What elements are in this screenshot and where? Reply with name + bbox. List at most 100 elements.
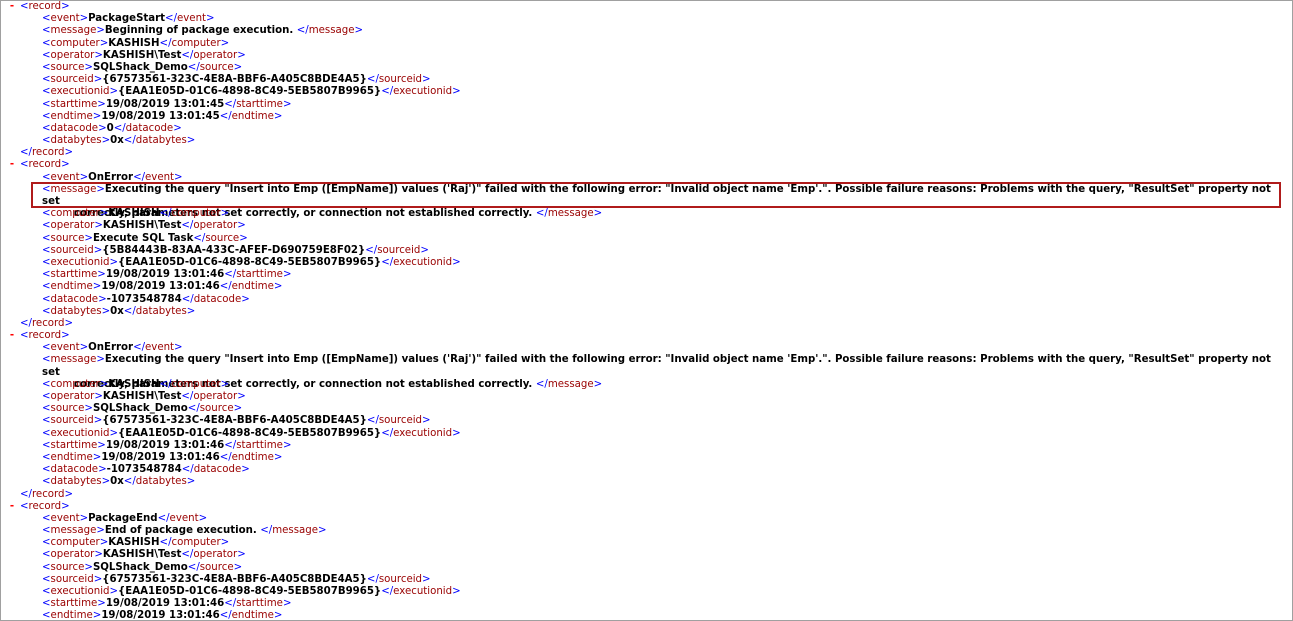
angle-bracket: < (42, 135, 51, 147)
tag-name: sourceid (50, 244, 94, 256)
angle-bracket: > (109, 586, 119, 598)
tag-name: executionid (50, 586, 110, 598)
angle-bracket: </ (219, 610, 232, 621)
tag-name: record (31, 147, 65, 159)
tag-name: message (50, 525, 97, 537)
xml-field-computer: <computer>KASHISH</computer> (1, 38, 1292, 50)
angle-bracket: < (42, 451, 51, 463)
xml-field-sourceid: <sourceid>{67573561-323C-4E8A-BBF6-A405C… (1, 574, 1292, 586)
angle-bracket: < (42, 561, 51, 573)
tag-name: event (145, 171, 175, 183)
angle-bracket: > (84, 403, 93, 415)
angle-bracket: > (273, 610, 283, 621)
field-value: {EAA1E05D-01C6-4898-8C49-5EB5807B9965} (118, 86, 382, 98)
angle-bracket: </ (219, 110, 232, 122)
tag-name: computer (50, 37, 100, 49)
angle-bracket: > (61, 500, 70, 512)
tag-name: message (50, 354, 97, 366)
record-open-tag: - <record> (1, 1, 1292, 13)
angle-bracket: > (241, 293, 250, 305)
field-value: KASHISH\Test (102, 220, 182, 232)
xml-field-source: <source>SQLShack_Demo</source> (1, 403, 1292, 415)
collapse-toggle-icon[interactable]: - (8, 330, 16, 342)
field-value: 19/08/2019 13:01:46 (101, 281, 220, 293)
angle-bracket: </ (181, 49, 194, 61)
tag-name: starttime (50, 598, 98, 610)
tag-name: operator (193, 391, 238, 403)
xml-field-source: <source>SQLShack_Demo</source> (1, 62, 1292, 74)
tag-name: databytes (135, 135, 187, 147)
tag-name: datacode (50, 293, 99, 305)
angle-bracket: </ (133, 342, 146, 354)
xml-field-endtime: <endtime>19/08/2019 13:01:46</endtime> (1, 281, 1292, 293)
xml-field-event: <event>PackageStart</event> (1, 13, 1292, 25)
field-value: 19/08/2019 13:01:46 (105, 439, 225, 451)
collapse-toggle-icon[interactable]: - (8, 1, 16, 13)
angle-bracket: > (233, 561, 243, 573)
field-value: Beginning of package execution. (104, 25, 297, 37)
xml-field-sourceid: <sourceid>{67573561-323C-4E8A-BBF6-A405C… (1, 415, 1292, 427)
angle-bracket: </ (123, 476, 136, 488)
field-value: OnError (88, 342, 134, 354)
record-open-tag: - <record> (1, 159, 1292, 171)
angle-bracket: < (42, 244, 51, 256)
tag-name: computer (171, 378, 221, 390)
tag-name: datacode (125, 122, 174, 134)
field-value: 19/08/2019 13:01:46 (105, 598, 225, 610)
angle-bracket: < (42, 610, 51, 621)
tag-name: datacode (193, 464, 242, 476)
tag-name: operator (50, 220, 95, 232)
tag-name: event (145, 342, 175, 354)
field-value: SQLShack_Demo (92, 61, 188, 73)
tag-name: source (199, 403, 234, 415)
field-value: {EAA1E05D-01C6-4898-8C49-5EB5807B9965} (118, 256, 382, 268)
angle-bracket: > (282, 598, 292, 610)
angle-bracket: > (64, 317, 74, 329)
angle-bracket: </ (20, 147, 32, 159)
tag-name: computer (171, 537, 221, 549)
angle-bracket: > (282, 439, 292, 451)
xml-field-source: <source>Execute SQL Task</source> (1, 233, 1292, 245)
angle-bracket: > (97, 98, 106, 110)
tag-name: starttime (236, 598, 283, 610)
xml-field-message: <message>Beginning of package execution.… (1, 25, 1292, 37)
angle-bracket: > (273, 110, 283, 122)
collapse-toggle-icon[interactable]: - (8, 159, 16, 171)
angle-bracket: > (422, 573, 431, 585)
collapse-toggle-icon[interactable]: - (8, 501, 16, 513)
angle-bracket: > (96, 525, 105, 537)
tag-name: sourceid (377, 244, 421, 256)
tag-name: datacode (193, 293, 242, 305)
field-value: {EAA1E05D-01C6-4898-8C49-5EB5807B9965} (118, 586, 382, 598)
field-value: 19/08/2019 13:01:45 (101, 110, 220, 122)
tag-name: source (50, 61, 85, 73)
xml-field-operator: <operator>KASHISH\Test</operator> (1, 391, 1292, 403)
angle-bracket: </ (181, 464, 194, 476)
angle-bracket: > (422, 415, 431, 427)
tag-name: sourceid (50, 573, 94, 585)
angle-bracket: > (206, 13, 215, 25)
tag-name: operator (193, 49, 238, 61)
xml-field-event: <event>OnError</event> (1, 172, 1292, 184)
angle-bracket: < (42, 98, 51, 110)
tag-name: endtime (50, 110, 93, 122)
angle-bracket: </ (366, 573, 379, 585)
angle-bracket: < (42, 256, 51, 268)
angle-bracket: < (42, 110, 51, 122)
angle-bracket: > (79, 342, 89, 354)
angle-bracket: > (233, 403, 243, 415)
tag-name: source (50, 403, 85, 415)
angle-bracket: </ (224, 598, 237, 610)
field-value: -1073548784 (106, 464, 182, 476)
tag-name: starttime (236, 439, 283, 451)
angle-bracket: </ (20, 317, 32, 329)
xml-field-operator: <operator>KASHISH\Test</operator> (1, 549, 1292, 561)
angle-bracket: > (220, 37, 230, 49)
tag-name: operator (193, 549, 238, 561)
angle-bracket: < (42, 464, 51, 476)
angle-bracket: < (42, 427, 51, 439)
xml-viewer: - <record> <event>PackageStart</event> <mes… (0, 0, 1293, 621)
angle-bracket: > (273, 281, 283, 293)
xml-field-datacode: <datacode>-1073548784</datacode> (1, 464, 1292, 476)
angle-bracket: </ (365, 244, 378, 256)
